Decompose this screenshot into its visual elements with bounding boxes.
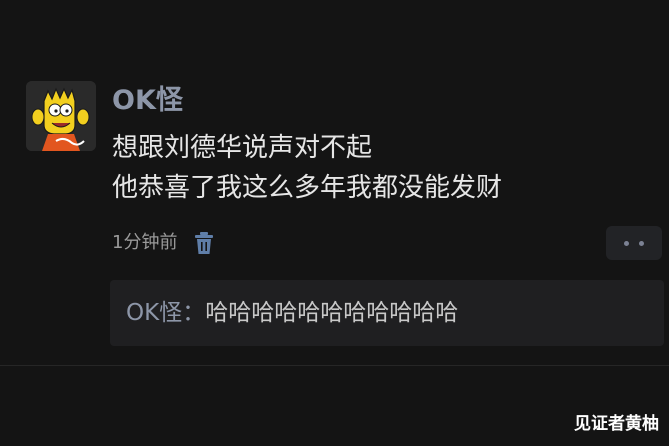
- reply-author[interactable]: OK怪: [126, 300, 182, 326]
- comment-meta: 1分钟前: [112, 228, 215, 258]
- more-dots-icon: [639, 240, 644, 246]
- reply-text: OK怪：哈哈哈哈哈哈哈哈哈哈哈: [126, 297, 458, 329]
- username[interactable]: OK怪: [112, 84, 183, 118]
- comment-post: OK怪 想跟刘德华说声对不起 他恭喜了我这么多年我都没能发财 1分钟前 OK怪：…: [0, 0, 669, 446]
- reply-box[interactable]: OK怪：哈哈哈哈哈哈哈哈哈哈哈: [110, 280, 664, 346]
- divider: [0, 365, 669, 366]
- reply-separator: ：: [182, 300, 206, 326]
- trash-icon[interactable]: [193, 231, 215, 255]
- avatar[interactable]: [26, 81, 96, 151]
- more-options-button[interactable]: [606, 226, 662, 260]
- watermark: 见证者黄柚: [574, 414, 659, 434]
- comment-line: 他恭喜了我这么多年我都没能发财: [112, 173, 503, 203]
- comment-line: 想跟刘德华说声对不起: [112, 133, 373, 163]
- comment-content: 想跟刘德华说声对不起 他恭喜了我这么多年我都没能发财: [112, 128, 502, 208]
- more-dots-icon: [624, 240, 629, 246]
- reply-body: 哈哈哈哈哈哈哈哈哈哈哈: [205, 300, 459, 326]
- cartoon-avatar-image: [26, 81, 96, 151]
- timestamp: 1分钟前: [112, 232, 178, 253]
